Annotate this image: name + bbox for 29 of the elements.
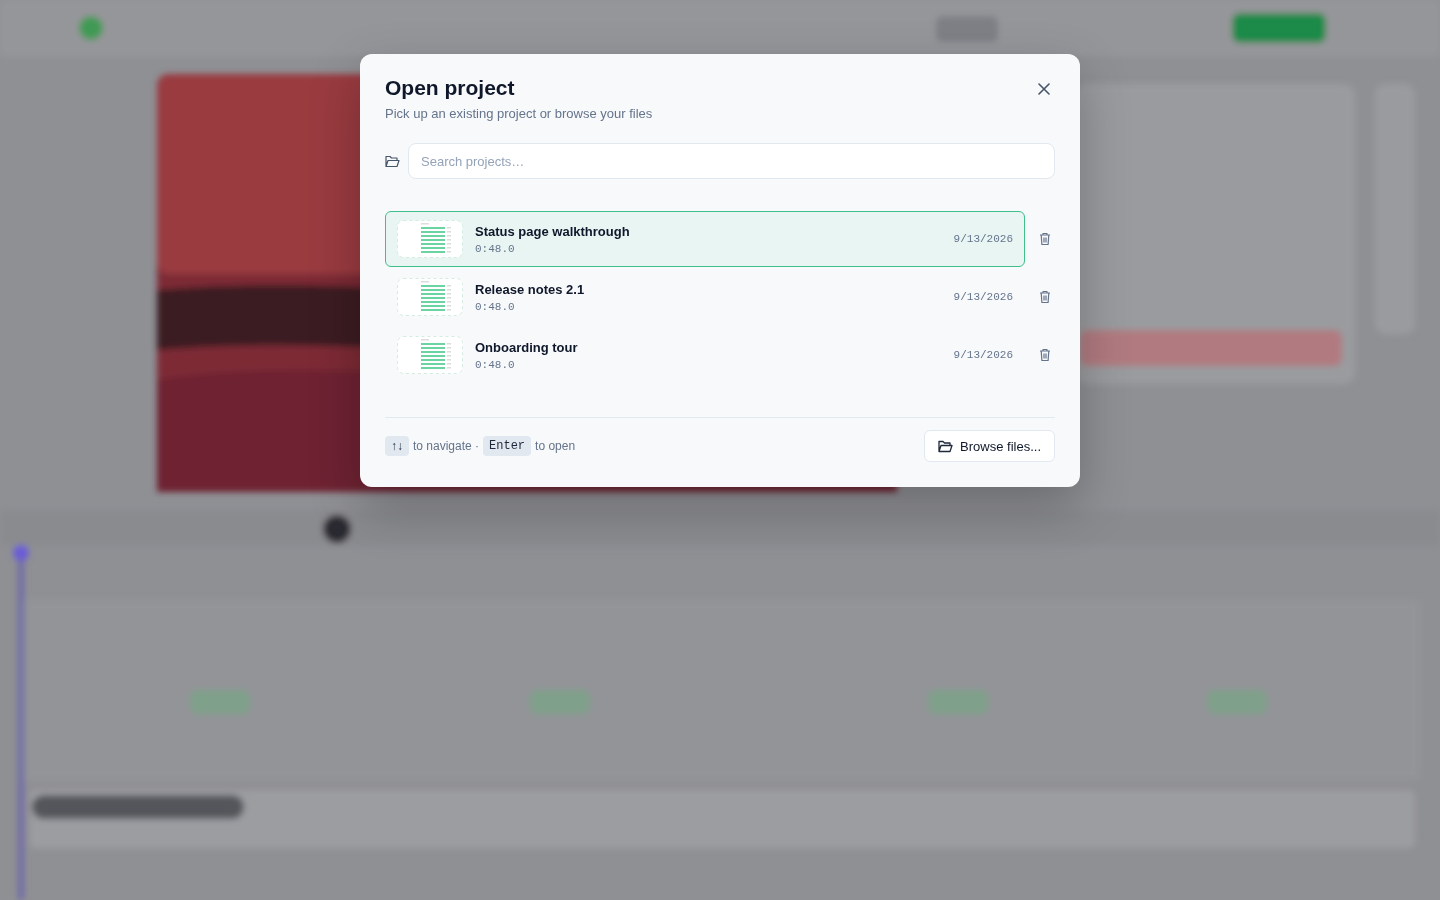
project-duration: 0:48.0 <box>475 300 516 313</box>
key-hint: Enter <box>483 436 532 456</box>
project-row[interactable]: Status page walkthrough 0:48.0 9/13/2026 <box>385 211 1025 267</box>
project-date: 9/13/2026 <box>953 233 1013 245</box>
key-hint: ↑↓ <box>385 436 409 456</box>
trash-icon <box>1039 232 1051 246</box>
project-name: Status page walkthrough <box>475 223 631 239</box>
trash-icon <box>1039 348 1051 362</box>
close-icon <box>1037 82 1051 96</box>
project-date: 9/13/2026 <box>953 291 1013 303</box>
search-field[interactable]: Search projects… <box>408 143 1055 179</box>
project-duration: 0:48.0 <box>475 358 516 371</box>
project-name: Onboarding tour <box>475 339 579 355</box>
thumbnail-drawing <box>397 336 463 374</box>
browse-files-button[interactable]: Browse files... <box>924 430 1055 462</box>
folder-icon <box>938 439 954 453</box>
project-duration: 0:48.0 <box>475 242 516 255</box>
thumbnail-drawing <box>397 220 463 258</box>
project-date: 9/13/2026 <box>953 349 1013 361</box>
trash-icon <box>1039 290 1051 304</box>
hint-text: to navigate · <box>413 439 480 453</box>
dialog-subtitle: Pick up an existing project or browse your files <box>385 106 653 121</box>
project-row[interactable]: Release notes 2.1 0:48.0 9/13/2026 <box>385 269 1025 325</box>
hint-text: to open <box>535 439 576 453</box>
dialog-title: Open project <box>385 76 516 100</box>
folder-icon <box>385 154 400 168</box>
project-row[interactable]: Onboarding tour 0:48.0 9/13/2026 <box>385 327 1025 383</box>
thumbnail-drawing <box>397 278 463 316</box>
project-name: Release notes 2.1 <box>475 281 586 297</box>
